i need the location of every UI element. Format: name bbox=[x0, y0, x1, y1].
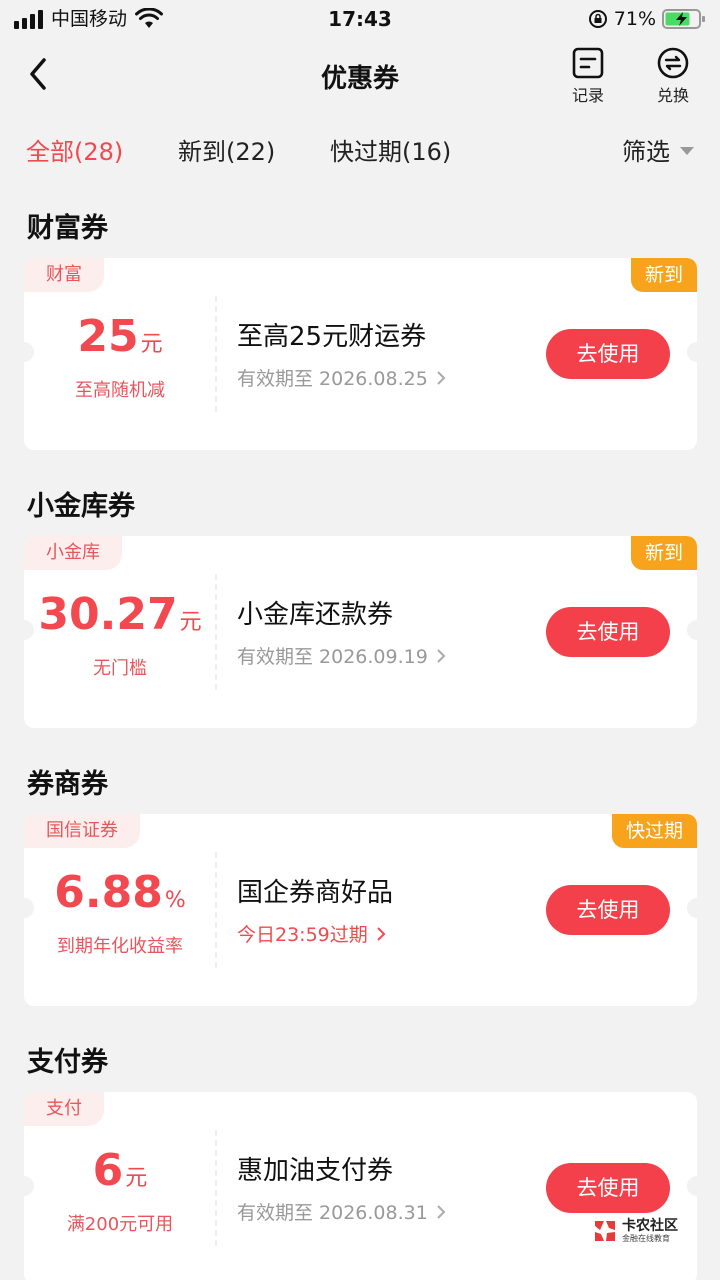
filter-label: 筛选 bbox=[622, 138, 670, 166]
battery-percent: 71% bbox=[613, 8, 656, 30]
coupon-divider bbox=[215, 574, 217, 690]
watermark: 卡农社区 金融在线教育 bbox=[592, 1218, 678, 1244]
coupon-amount-value: 30.27 bbox=[38, 589, 178, 640]
coupon-tag: 国信证券 bbox=[24, 814, 140, 848]
coupon-tag: 支付 bbox=[24, 1092, 104, 1126]
watermark-name: 卡农社区 bbox=[622, 1218, 678, 1234]
coupon-amount-box: 6元 满200元可用 bbox=[24, 1142, 216, 1236]
coupon-badge: 快过期 bbox=[611, 814, 697, 848]
coupon-amount-box: 6.88% 到期年化收益率 bbox=[24, 864, 216, 958]
use-coupon-button[interactable]: 去使用 bbox=[546, 885, 670, 935]
coupon-tag: 小金库 bbox=[24, 536, 122, 570]
coupon-validity[interactable]: 有效期至 2026.08.31 bbox=[237, 1198, 446, 1225]
use-coupon-button[interactable]: 去使用 bbox=[546, 329, 670, 379]
section-title-vault: 小金库券 bbox=[27, 491, 135, 522]
coupon-validity-text: 有效期至 2026.09.19 bbox=[237, 646, 428, 668]
use-coupon-button[interactable]: 去使用 bbox=[546, 607, 670, 657]
record-icon bbox=[572, 47, 604, 79]
coupon-validity[interactable]: 有效期至 2026.08.25 bbox=[237, 364, 446, 391]
coupon-amount-unit: % bbox=[164, 888, 186, 913]
coupon-validity-text: 有效期至 2026.08.25 bbox=[237, 368, 428, 390]
coupon-validity[interactable]: 有效期至 2026.09.19 bbox=[237, 642, 446, 669]
coupon-amount: 25元 bbox=[24, 308, 216, 374]
rotation-lock-icon bbox=[588, 10, 607, 28]
coupon-name: 国企券商好品 bbox=[237, 878, 394, 908]
coupon-amount-unit: 元 bbox=[140, 332, 163, 357]
coupon-badge: 新到 bbox=[630, 536, 697, 570]
section-title-broker: 券商券 bbox=[27, 769, 108, 800]
coupon-card-payment[interactable]: 支付 6元 满200元可用 惠加油支付券 有效期至 2026.08.31 去使用 bbox=[24, 1092, 697, 1280]
filter-tabs: 全部(28) 新到(22) 快过期(16) 筛选 bbox=[0, 122, 720, 178]
coupon-condition: 无门槛 bbox=[93, 658, 147, 679]
filter-dropdown[interactable]: 筛选 bbox=[622, 132, 694, 167]
coupon-amount-value: 6.88 bbox=[54, 867, 163, 918]
coupon-name: 小金库还款券 bbox=[237, 600, 394, 630]
exchange-icon bbox=[657, 47, 689, 79]
chevron-right-icon bbox=[437, 1204, 446, 1219]
coupon-validity-text: 今日23:59过期 bbox=[237, 924, 368, 946]
coupon-amount: 30.27元 bbox=[24, 586, 216, 652]
coupon-name: 惠加油支付券 bbox=[237, 1156, 394, 1186]
record-button[interactable]: 记录 bbox=[558, 46, 618, 106]
coupon-condition: 至高随机减 bbox=[75, 380, 165, 401]
coupon-amount: 6元 bbox=[24, 1142, 216, 1208]
watermark-slogan: 金融在线教育 bbox=[622, 1234, 670, 1243]
use-coupon-button[interactable]: 去使用 bbox=[546, 1163, 670, 1213]
coupon-amount-box: 25元 至高随机减 bbox=[24, 308, 216, 402]
coupon-divider bbox=[215, 852, 217, 968]
battery-charging-icon bbox=[662, 9, 705, 29]
coupon-tag: 财富 bbox=[24, 258, 104, 292]
coupon-card-wealth[interactable]: 财富 新到 25元 至高随机减 至高25元财运券 有效期至 2026.08.25… bbox=[24, 258, 697, 450]
caret-down-icon bbox=[680, 146, 694, 155]
coupon-amount-value: 6 bbox=[92, 1145, 124, 1196]
chevron-right-icon bbox=[437, 370, 446, 385]
coupon-divider bbox=[215, 1130, 217, 1246]
watermark-text: 卡农社区 金融在线教育 bbox=[622, 1219, 678, 1243]
tab-all[interactable]: 全部(28) bbox=[26, 132, 123, 167]
tab-new[interactable]: 新到(22) bbox=[178, 132, 275, 167]
coupon-condition: 到期年化收益率 bbox=[57, 936, 183, 957]
chevron-right-icon bbox=[437, 648, 446, 663]
coupon-badge: 新到 bbox=[630, 258, 697, 292]
coupon-validity-text: 有效期至 2026.08.31 bbox=[237, 1202, 428, 1224]
record-label: 记录 bbox=[571, 86, 604, 105]
coupon-validity[interactable]: 今日23:59过期 bbox=[237, 920, 386, 947]
chevron-right-icon bbox=[377, 926, 386, 941]
nav-bar: 优惠券 记录 兑换 bbox=[0, 40, 720, 112]
tab-expiring[interactable]: 快过期(16) bbox=[330, 132, 451, 167]
coupon-amount-box: 30.27元 无门槛 bbox=[24, 586, 216, 680]
exchange-button[interactable]: 兑换 bbox=[643, 46, 703, 106]
watermark-logo-icon bbox=[595, 1221, 615, 1241]
coupon-amount-unit: 元 bbox=[179, 610, 202, 635]
coupon-card-vault[interactable]: 小金库 新到 30.27元 无门槛 小金库还款券 有效期至 2026.09.19… bbox=[24, 536, 697, 728]
exchange-label: 兑换 bbox=[656, 86, 689, 105]
coupon-amount-value: 25 bbox=[77, 311, 139, 362]
status-right: 71% bbox=[588, 6, 706, 32]
coupon-card-broker[interactable]: 国信证券 快过期 6.88% 到期年化收益率 国企券商好品 今日23:59过期 … bbox=[24, 814, 697, 1006]
coupon-name: 至高25元财运券 bbox=[237, 322, 427, 352]
status-bar: 中国移动 17:43 71% bbox=[0, 0, 720, 40]
coupon-amount: 6.88% bbox=[24, 864, 216, 930]
coupon-amount-unit: 元 bbox=[125, 1166, 148, 1191]
section-title-payment: 支付券 bbox=[27, 1047, 108, 1078]
section-title-wealth: 财富券 bbox=[27, 213, 108, 244]
coupon-condition: 满200元可用 bbox=[66, 1214, 174, 1235]
coupon-divider bbox=[215, 296, 217, 412]
